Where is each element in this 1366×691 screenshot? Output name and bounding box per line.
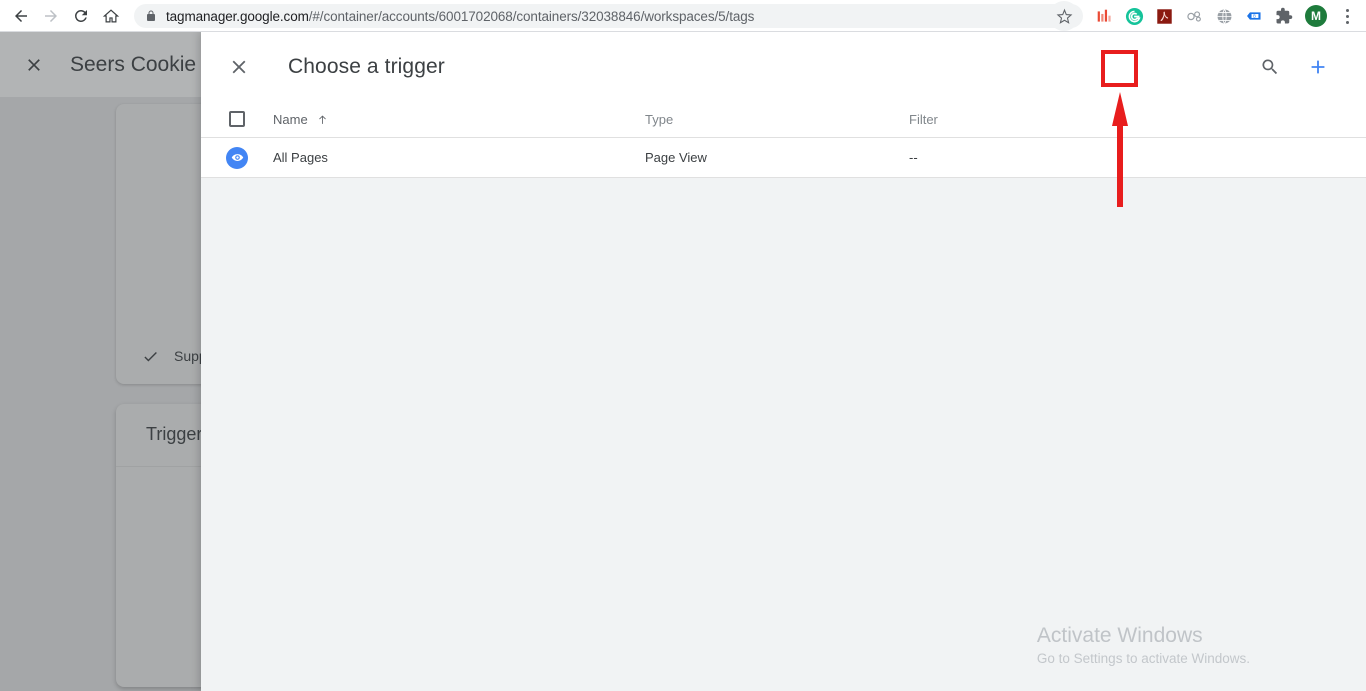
column-header-type[interactable]: Type	[645, 112, 909, 127]
back-button[interactable]	[6, 1, 36, 31]
row-icon-cell	[201, 146, 273, 169]
url-path: /#/container/accounts/6001702068/contain…	[308, 8, 755, 24]
triggers-table: Name Type Filter All Pages Page View --	[201, 101, 1366, 178]
menu-dot	[1345, 14, 1349, 18]
table-row[interactable]: All Pages Page View --	[201, 138, 1366, 178]
page-viewport: Seers Cookie C Supp Triggerin Choose a t…	[0, 32, 1366, 691]
check-icon	[140, 346, 160, 366]
arrow-up-icon	[316, 113, 329, 126]
adobe-acrobat-icon[interactable]	[1150, 2, 1178, 30]
globe-icon[interactable]	[1210, 2, 1238, 30]
profile-avatar[interactable]: M	[1305, 5, 1327, 27]
dialog-header: Choose a trigger	[201, 32, 1366, 101]
watermark-title: Activate Windows	[1036, 624, 1203, 647]
tag-assistant-icon[interactable]: B	[1240, 2, 1268, 30]
row-type: Page View	[645, 150, 707, 165]
arrow-left-icon	[15, 10, 27, 22]
watermark-subtitle: Go to Settings to activate Windows.	[1036, 651, 1250, 666]
home-icon	[102, 9, 120, 23]
svg-text:B: B	[1253, 14, 1256, 19]
column-header-name-label: Name	[273, 111, 308, 127]
table-header-row: Name Type Filter	[201, 101, 1366, 138]
choose-trigger-dialog: Choose a trigger Name Type Filter All Pa…	[201, 32, 1366, 691]
page-view-eye-icon	[226, 146, 248, 169]
lock-icon[interactable]	[145, 9, 157, 23]
row-name[interactable]: All Pages	[273, 150, 645, 165]
select-all-checkbox[interactable]	[229, 111, 245, 127]
background-checkbox-row[interactable]: Supp	[140, 346, 207, 366]
reload-icon	[74, 9, 87, 22]
add-trigger-button[interactable]	[1303, 52, 1333, 82]
reload-button[interactable]	[66, 1, 96, 31]
extension-icons: B	[1089, 2, 1299, 30]
url-text: tagmanager.google.com/#/container/accoun…	[166, 9, 754, 24]
extensions-puzzle-icon[interactable]	[1270, 2, 1298, 30]
background-panel-title: Seers Cookie C	[70, 52, 218, 76]
row-filter: --	[909, 150, 918, 165]
select-all-cell[interactable]	[201, 111, 273, 127]
arrow-right-icon	[45, 10, 57, 22]
chrome-menu-button[interactable]	[1334, 2, 1360, 30]
page-title: Choose a trigger	[288, 54, 445, 78]
menu-dot	[1345, 20, 1349, 24]
analytics-bars-icon[interactable]	[1090, 2, 1118, 30]
close-icon[interactable]	[22, 53, 46, 77]
url-domain: tagmanager.google.com	[166, 8, 309, 24]
browser-toolbar: tagmanager.google.com/#/container/accoun…	[0, 0, 1366, 32]
close-icon[interactable]	[226, 54, 252, 80]
column-header-name[interactable]: Name	[273, 112, 645, 127]
search-icon[interactable]	[1255, 52, 1285, 82]
windows-activation-watermark: Activate Windows Go to Settings to activ…	[1037, 623, 1250, 669]
plus-icon	[1311, 60, 1325, 73]
home-button[interactable]	[96, 1, 126, 31]
forward-button[interactable]	[36, 1, 66, 31]
link-chain-icon[interactable]	[1180, 2, 1208, 30]
column-header-filter[interactable]: Filter	[909, 112, 1366, 127]
grammarly-icon[interactable]	[1120, 2, 1148, 30]
bookmark-star-icon[interactable]	[1049, 1, 1079, 31]
menu-dot	[1345, 8, 1349, 12]
address-bar[interactable]: tagmanager.google.com/#/container/accoun…	[134, 4, 1083, 28]
